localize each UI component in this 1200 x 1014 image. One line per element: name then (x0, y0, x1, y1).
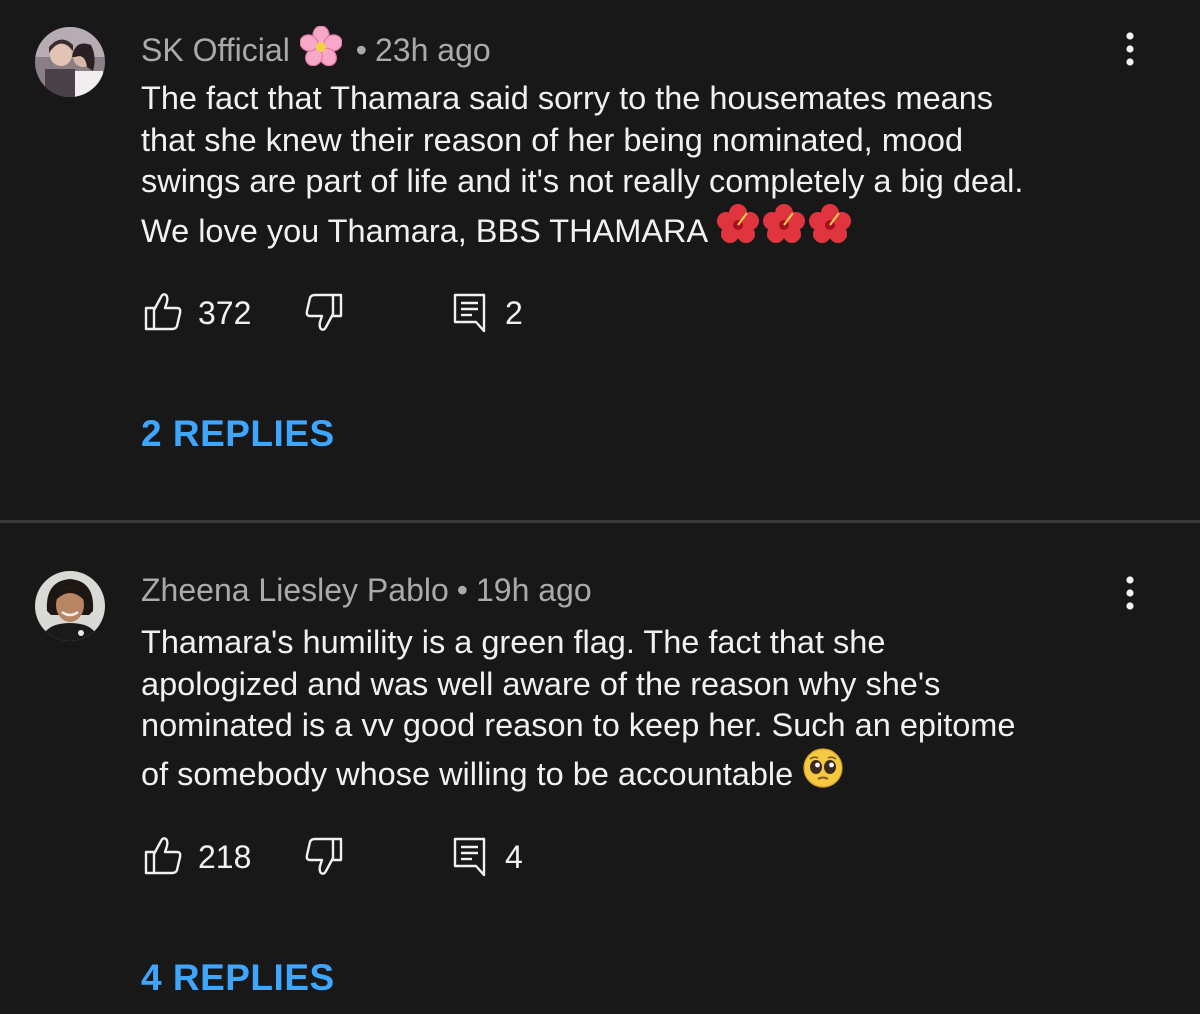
comment-text-line: nominated is a vv good reason to keep he… (141, 707, 1016, 743)
comment-reply-icon[interactable] (452, 835, 488, 882)
thumbs-down-icon[interactable] (304, 835, 344, 882)
comment-time[interactable]: 23h ago (375, 32, 491, 68)
pleading-face-icon (802, 747, 844, 800)
comment-header: SK Official • 23h ago (141, 25, 491, 79)
avatar[interactable] (35, 571, 105, 641)
separator-dot: • (456, 572, 468, 608)
author-name[interactable]: SK Official (141, 32, 290, 68)
comment-time[interactable]: 19h ago (476, 572, 592, 608)
comment-text-line: of somebody whose willing to be accounta… (141, 747, 1181, 806)
more-vertical-icon[interactable] (1112, 29, 1148, 69)
more-vertical-icon[interactable] (1112, 573, 1148, 613)
comment-item: SK Official • 23h ago The fact that Thama… (0, 0, 1200, 520)
comment-text-line: apologized and was well aware of the rea… (141, 665, 941, 702)
divider (0, 520, 1200, 523)
comment-text-line: Thamara's humility is a green flag. The … (141, 624, 886, 660)
view-replies-button[interactable]: 2 REPLIES (141, 413, 335, 455)
cherry-blossom-icon (299, 25, 343, 75)
like-count: 218 (198, 839, 252, 875)
hibiscus-icon (807, 203, 853, 258)
like-count: 372 (198, 295, 252, 331)
thumbs-down-icon[interactable] (304, 291, 344, 338)
comment-text-line: that she knew their reason of her being … (141, 121, 964, 158)
separator-dot: • (355, 31, 367, 68)
author-name[interactable]: Zheena Liesley Pablo (141, 572, 449, 608)
view-replies-button[interactable]: 4 REPLIES (141, 957, 335, 999)
comment-text-line: The fact that Thamara said sorry to the … (141, 80, 994, 116)
comment-text: The fact that Thamara said sorry to the … (141, 78, 1181, 263)
comment-reply-icon[interactable] (452, 291, 488, 338)
hibiscus-icon (715, 203, 761, 258)
reply-count: 4 (505, 839, 523, 875)
hibiscus-icon (761, 203, 807, 258)
comment-text: Thamara's humility is a green flag. The … (141, 622, 1181, 805)
reply-count: 2 (505, 295, 523, 331)
thumbs-up-icon[interactable] (143, 835, 183, 882)
comment-item: Zheena Liesley Pablo • 19h ago Thamara's h… (0, 524, 1200, 1014)
comment-text-line: swings are part of life and it's not rea… (141, 163, 1024, 199)
comment-text-segment: We love you Thamara, BBS THAMARA (141, 212, 707, 249)
thumbs-up-icon[interactable] (143, 291, 183, 338)
comment-text-segment: of somebody whose willing to be accounta… (141, 755, 794, 792)
avatar[interactable] (35, 27, 105, 97)
comment-text-line: We love you Thamara, BBS THAMARA (141, 203, 1181, 264)
comment-header: Zheena Liesley Pablo • 19h ago (141, 570, 592, 610)
